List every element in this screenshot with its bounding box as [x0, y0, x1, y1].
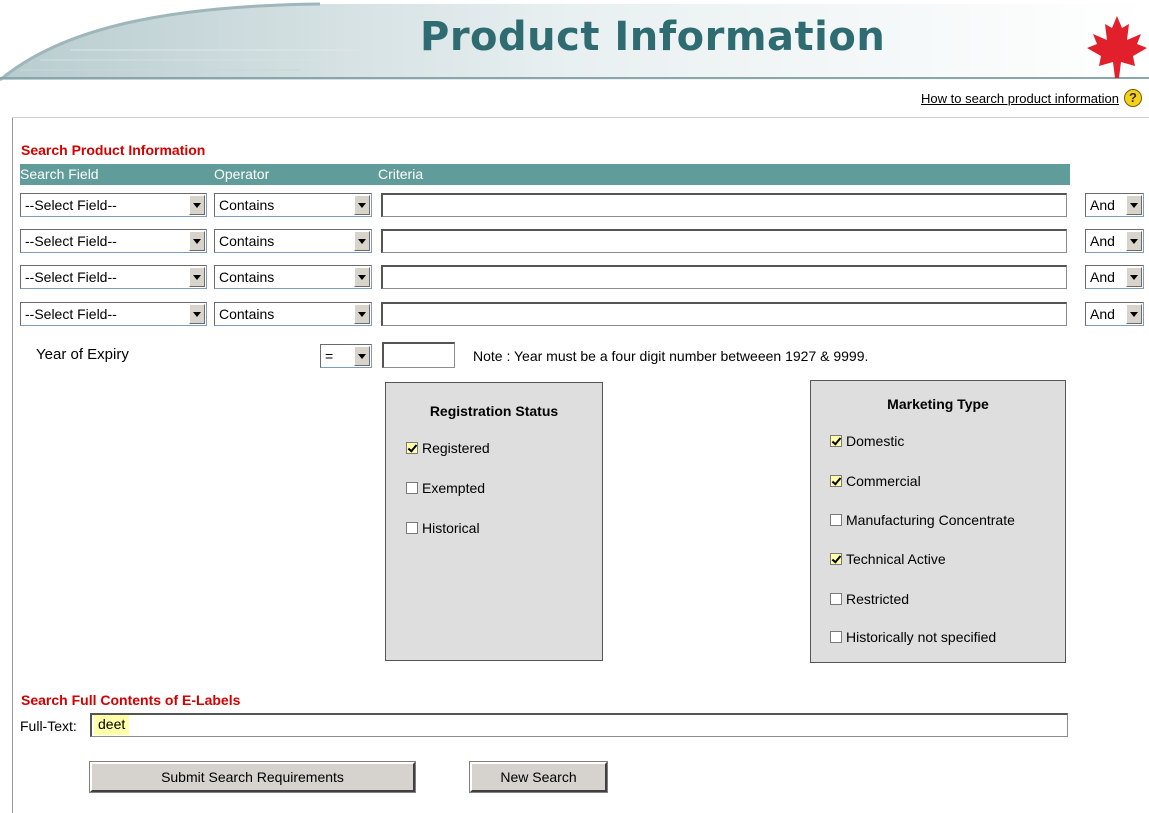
checkbox[interactable]: [830, 435, 842, 447]
checkbox-historical[interactable]: Historical: [406, 520, 480, 536]
checkbox[interactable]: [406, 522, 418, 534]
conjunction-select[interactable]: And: [1085, 302, 1144, 326]
operator-select[interactable]: Contains: [214, 302, 372, 326]
operator-select[interactable]: Contains: [214, 265, 372, 289]
search-field-select[interactable]: --Select Field--: [20, 229, 207, 253]
checkbox-historically-not-specified[interactable]: Historically not specified: [830, 629, 996, 645]
checkbox-commercial[interactable]: Commercial: [830, 473, 921, 489]
checkbox[interactable]: [406, 482, 418, 494]
year-of-expiry-label: Year of Expiry: [36, 346, 129, 363]
chevron-down-icon[interactable]: [189, 267, 205, 287]
chevron-down-icon[interactable]: [354, 231, 370, 251]
year-operator-select[interactable]: =: [320, 344, 372, 368]
conjunction-select[interactable]: And: [1085, 265, 1144, 289]
search-header-bar: Search Field Operator Criteria: [20, 164, 1070, 185]
checkbox[interactable]: [830, 631, 842, 643]
column-header-criteria: Criteria: [378, 166, 424, 182]
column-header-operator: Operator: [214, 166, 270, 182]
chevron-down-icon[interactable]: [354, 346, 370, 366]
help-icon[interactable]: ?: [1124, 89, 1142, 107]
criteria-input[interactable]: [381, 265, 1067, 289]
fulltext-label: Full-Text:: [20, 718, 77, 734]
checkbox[interactable]: [830, 593, 842, 605]
year-input[interactable]: [382, 342, 455, 368]
checkbox-registered[interactable]: Registered: [406, 440, 490, 456]
fulltext-value: deet: [94, 715, 130, 735]
checkbox[interactable]: [406, 442, 418, 454]
checkbox-restricted[interactable]: Restricted: [830, 591, 909, 607]
chevron-down-icon[interactable]: [354, 304, 370, 324]
criteria-input[interactable]: [381, 302, 1067, 326]
checkbox-domestic[interactable]: Domestic: [830, 433, 904, 449]
chevron-down-icon[interactable]: [354, 195, 370, 215]
registration-status-title: Registration Status: [429, 403, 559, 419]
chevron-down-icon[interactable]: [189, 195, 205, 215]
checkbox-manufacturing-concentrate[interactable]: Manufacturing Concentrate: [830, 512, 1015, 528]
chevron-down-icon[interactable]: [1126, 267, 1142, 287]
year-note: Note : Year must be a four digit number …: [473, 348, 869, 364]
search-field-select[interactable]: --Select Field--: [20, 265, 207, 289]
chevron-down-icon[interactable]: [1126, 195, 1142, 215]
checkbox-exempted[interactable]: Exempted: [406, 480, 485, 496]
marketing-type-panel: Marketing Type Domestic Commercial Manuf…: [810, 380, 1066, 663]
chevron-down-icon[interactable]: [1126, 231, 1142, 251]
search-section-title: Search Product Information: [21, 142, 206, 158]
help-link[interactable]: How to search product information: [921, 91, 1119, 106]
operator-select[interactable]: Contains: [214, 229, 372, 253]
top-divider: [12, 117, 1149, 118]
checkbox[interactable]: [830, 475, 842, 487]
checkbox-technical-active[interactable]: Technical Active: [830, 551, 946, 567]
page-banner: Product Information: [0, 0, 1149, 82]
search-field-select[interactable]: --Select Field--: [20, 193, 207, 217]
submit-search-button[interactable]: Submit Search Requirements: [89, 761, 416, 793]
conjunction-select[interactable]: And: [1085, 229, 1144, 253]
fulltext-input[interactable]: deet: [90, 713, 1068, 737]
chevron-down-icon[interactable]: [189, 231, 205, 251]
fulltext-section-title: Search Full Contents of E-Labels: [21, 692, 241, 708]
chevron-down-icon[interactable]: [189, 304, 205, 324]
new-search-button[interactable]: New Search: [469, 761, 608, 793]
search-field-select[interactable]: --Select Field--: [20, 302, 207, 326]
page-title: Product Information: [420, 14, 886, 60]
conjunction-select[interactable]: And: [1085, 193, 1144, 217]
left-divider: [12, 117, 13, 813]
marketing-type-title: Marketing Type: [887, 396, 989, 412]
criteria-input[interactable]: [381, 229, 1067, 253]
checkbox[interactable]: [830, 553, 842, 565]
criteria-input[interactable]: [381, 193, 1067, 217]
checkbox[interactable]: [830, 514, 842, 526]
chevron-down-icon[interactable]: [1126, 304, 1142, 324]
chevron-down-icon[interactable]: [354, 267, 370, 287]
registration-status-panel: Registration Status Registered Exempted …: [385, 382, 603, 661]
operator-select[interactable]: Contains: [214, 193, 372, 217]
column-header-field: Search Field: [20, 166, 99, 182]
